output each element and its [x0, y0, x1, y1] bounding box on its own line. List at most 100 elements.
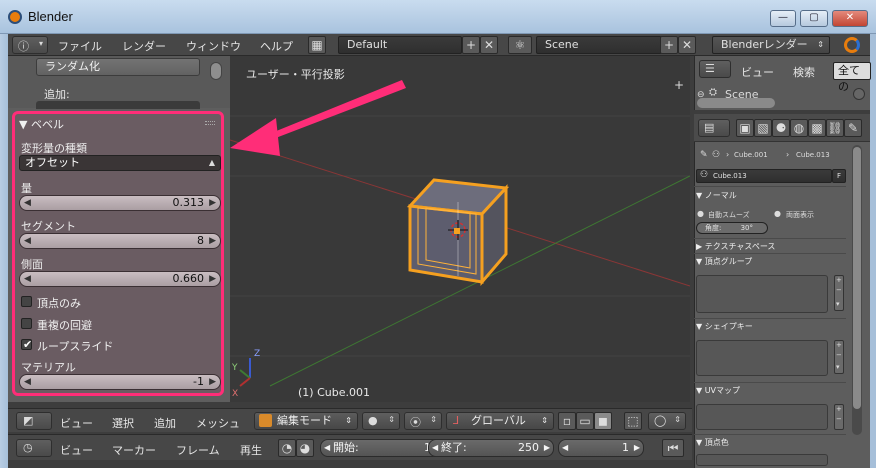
outliner-restrict-toggle[interactable] — [853, 88, 865, 100]
world-tab-icon[interactable]: ◍ — [790, 119, 808, 137]
panel-grip-icon[interactable] — [205, 121, 215, 125]
decrement-arrow-icon[interactable]: ◀ — [24, 234, 31, 248]
vertex-select-icon[interactable]: ▫ — [558, 412, 576, 430]
timeline-menu-frame[interactable]: フレーム — [176, 442, 220, 458]
screen-layout-icon[interactable]: ▦ — [308, 36, 326, 54]
add-field[interactable] — [36, 101, 200, 109]
transform-type-select[interactable]: オフセット ▲ — [19, 155, 221, 171]
uv-maps-add-remove[interactable]: + − — [834, 404, 844, 430]
increment-arrow-icon[interactable]: ▶ — [544, 440, 550, 456]
shape-keys-panel-header[interactable]: ▼ シェイプキー — [696, 321, 753, 332]
proportional-edit-select[interactable]: ◯ ⇕ — [648, 412, 686, 430]
outliner-menu-search[interactable]: 検索 — [793, 64, 815, 80]
decrement-arrow-icon[interactable]: ◀ — [324, 440, 330, 456]
timeline-editor-type-button[interactable]: ◷ — [16, 439, 52, 457]
editor-type-button[interactable]: ⓘ ▾ — [12, 36, 48, 54]
menu-help[interactable]: ヘルプ — [260, 38, 293, 54]
interaction-mode-select[interactable]: 編集モード ⇕ — [254, 412, 358, 430]
remove-layout-x-icon[interactable]: ✕ — [480, 36, 498, 54]
shape-keys-add-remove[interactable]: + − ▾ — [834, 340, 844, 374]
menu-file[interactable]: ファイル — [58, 38, 102, 54]
jump-to-start-icon[interactable]: ⏮ — [662, 439, 684, 457]
vertex-groups-add-remove[interactable]: + − ▾ — [834, 275, 844, 311]
increment-arrow-icon[interactable]: ▶ — [634, 440, 640, 456]
end-frame-field[interactable]: ◀ 終了: 250 ▶ — [428, 439, 554, 457]
viewport-shading-select[interactable]: ● ⇕ — [362, 412, 400, 430]
checkbox-box[interactable] — [21, 318, 32, 329]
lock-range-icon[interactable]: ◕ — [296, 439, 314, 457]
add-layout-plus-icon[interactable]: + — [462, 36, 480, 54]
properties-scrollbar-thumb[interactable] — [853, 147, 861, 409]
increment-arrow-icon[interactable]: ▶ — [209, 375, 216, 389]
3d-menu-view[interactable]: ビュー — [60, 415, 93, 431]
amount-field[interactable]: ◀ 0.313 ▶ — [19, 195, 221, 211]
3d-menu-mesh[interactable]: メッシュ — [196, 415, 240, 431]
outliner-menu-view[interactable]: ビュー — [741, 64, 774, 80]
minimize-button[interactable]: — — [770, 10, 796, 27]
modifiers-tab-icon[interactable]: ✎ — [844, 119, 862, 137]
material-field[interactable]: ◀ -1 ▶ — [19, 374, 221, 390]
vertex-groups-list[interactable] — [696, 275, 828, 313]
decrement-arrow-icon[interactable]: ◀ — [562, 440, 568, 456]
3d-menu-add[interactable]: 追加 — [154, 415, 176, 431]
current-frame-field[interactable]: ◀ 1 ▶ — [558, 439, 644, 457]
radio-icon[interactable]: ● — [697, 209, 704, 218]
uv-maps-panel-header[interactable]: ▼ UVマップ — [696, 385, 740, 396]
shape-keys-list[interactable] — [696, 340, 828, 376]
menu-window[interactable]: ウィンドウ — [186, 38, 241, 54]
3d-viewport[interactable]: Z Y X ユーザー・平行投影 (1) Cube.001 + — [230, 56, 690, 402]
menu-render[interactable]: レンダー — [122, 38, 166, 54]
add-scene-plus-icon[interactable]: + — [660, 36, 678, 54]
timeline-menu-marker[interactable]: マーカー — [112, 442, 156, 458]
timeline-menu-playback[interactable]: 再生 — [240, 442, 262, 458]
scene-icon[interactable]: ⚛ — [508, 36, 532, 54]
outliner-scrollbar[interactable] — [697, 98, 775, 108]
decrement-arrow-icon[interactable]: ◀ — [24, 196, 31, 210]
segments-field[interactable]: ◀ 8 ▶ — [19, 233, 221, 249]
decrement-arrow-icon[interactable]: ◀ — [24, 375, 31, 389]
render-tab-camera-icon[interactable]: ▣ — [736, 119, 754, 137]
vertex-colors-list[interactable] — [696, 454, 828, 466]
3d-editor-type-button[interactable]: ◩ — [16, 412, 52, 430]
maximize-button[interactable]: ▢ — [800, 10, 828, 27]
outliner-editor-type-button[interactable]: ☰ — [699, 60, 731, 78]
uv-maps-list[interactable] — [696, 404, 828, 430]
scene-tab-icon[interactable]: ⚈ — [772, 119, 790, 137]
decrement-arrow-icon[interactable]: ◀ — [432, 440, 438, 456]
face-select-icon[interactable]: ◼ — [594, 412, 612, 430]
vertex-groups-panel-header[interactable]: ▼ 頂点グループ — [696, 256, 752, 267]
increment-arrow-icon[interactable]: ▶ — [209, 272, 216, 286]
viewport-canvas[interactable]: Z Y X — [230, 56, 690, 402]
checkbox-box[interactable] — [21, 296, 32, 307]
profile-field[interactable]: ◀ 0.660 ▶ — [19, 271, 221, 287]
decrement-arrow-icon[interactable]: ◀ — [24, 272, 31, 286]
outliner-filter-select[interactable]: 全ての — [833, 62, 871, 93]
properties-editor-type-button[interactable]: ▤ — [698, 119, 730, 137]
pivot-point-select[interactable]: ⦿ ⇕ — [404, 412, 442, 430]
checkbox-box[interactable]: ✔ — [21, 338, 32, 351]
texture-space-panel-header[interactable]: ▶ テクスチャスペース — [696, 241, 775, 252]
remove-scene-x-icon[interactable]: ✕ — [678, 36, 696, 54]
increment-arrow-icon[interactable]: ▶ — [209, 196, 216, 210]
normals-panel-header[interactable]: ▼ ノーマル — [696, 190, 737, 201]
screen-layout-field[interactable]: Default — [338, 36, 462, 54]
tool-shelf-scrollbar[interactable] — [210, 62, 222, 80]
mesh-name-field[interactable]: Cube.013 — [696, 169, 832, 183]
pin-icon[interactable]: ✎ — [700, 150, 708, 160]
bevel-panel-header[interactable]: ▼ ベベル — [19, 116, 64, 132]
transform-orientation-select[interactable]: ⅃ グローバル ⇕ — [446, 412, 554, 430]
render-layers-tab-icon[interactable]: ▧ — [754, 119, 772, 137]
3d-menu-select[interactable]: 選択 — [112, 415, 134, 431]
plus-icon[interactable]: + — [674, 78, 684, 92]
preview-range-icon[interactable]: ◔ — [278, 439, 296, 457]
vertex-colors-panel-header[interactable]: ▼ 頂点色 — [696, 437, 729, 448]
fake-user-button[interactable]: F — [832, 169, 846, 183]
edge-select-icon[interactable]: ▭ — [576, 412, 594, 430]
limit-selection-icon[interactable]: ⬚ — [624, 412, 642, 430]
properties-scrollbar[interactable] — [852, 145, 862, 435]
randomize-button[interactable]: ランダム化 — [36, 58, 200, 76]
auto-smooth-angle-field[interactable]: 角度: 30° — [696, 222, 768, 234]
scene-field[interactable]: Scene — [536, 36, 662, 54]
render-engine-select[interactable]: Blenderレンダー ⇕ — [712, 36, 830, 54]
close-button[interactable]: ✕ — [832, 10, 868, 27]
